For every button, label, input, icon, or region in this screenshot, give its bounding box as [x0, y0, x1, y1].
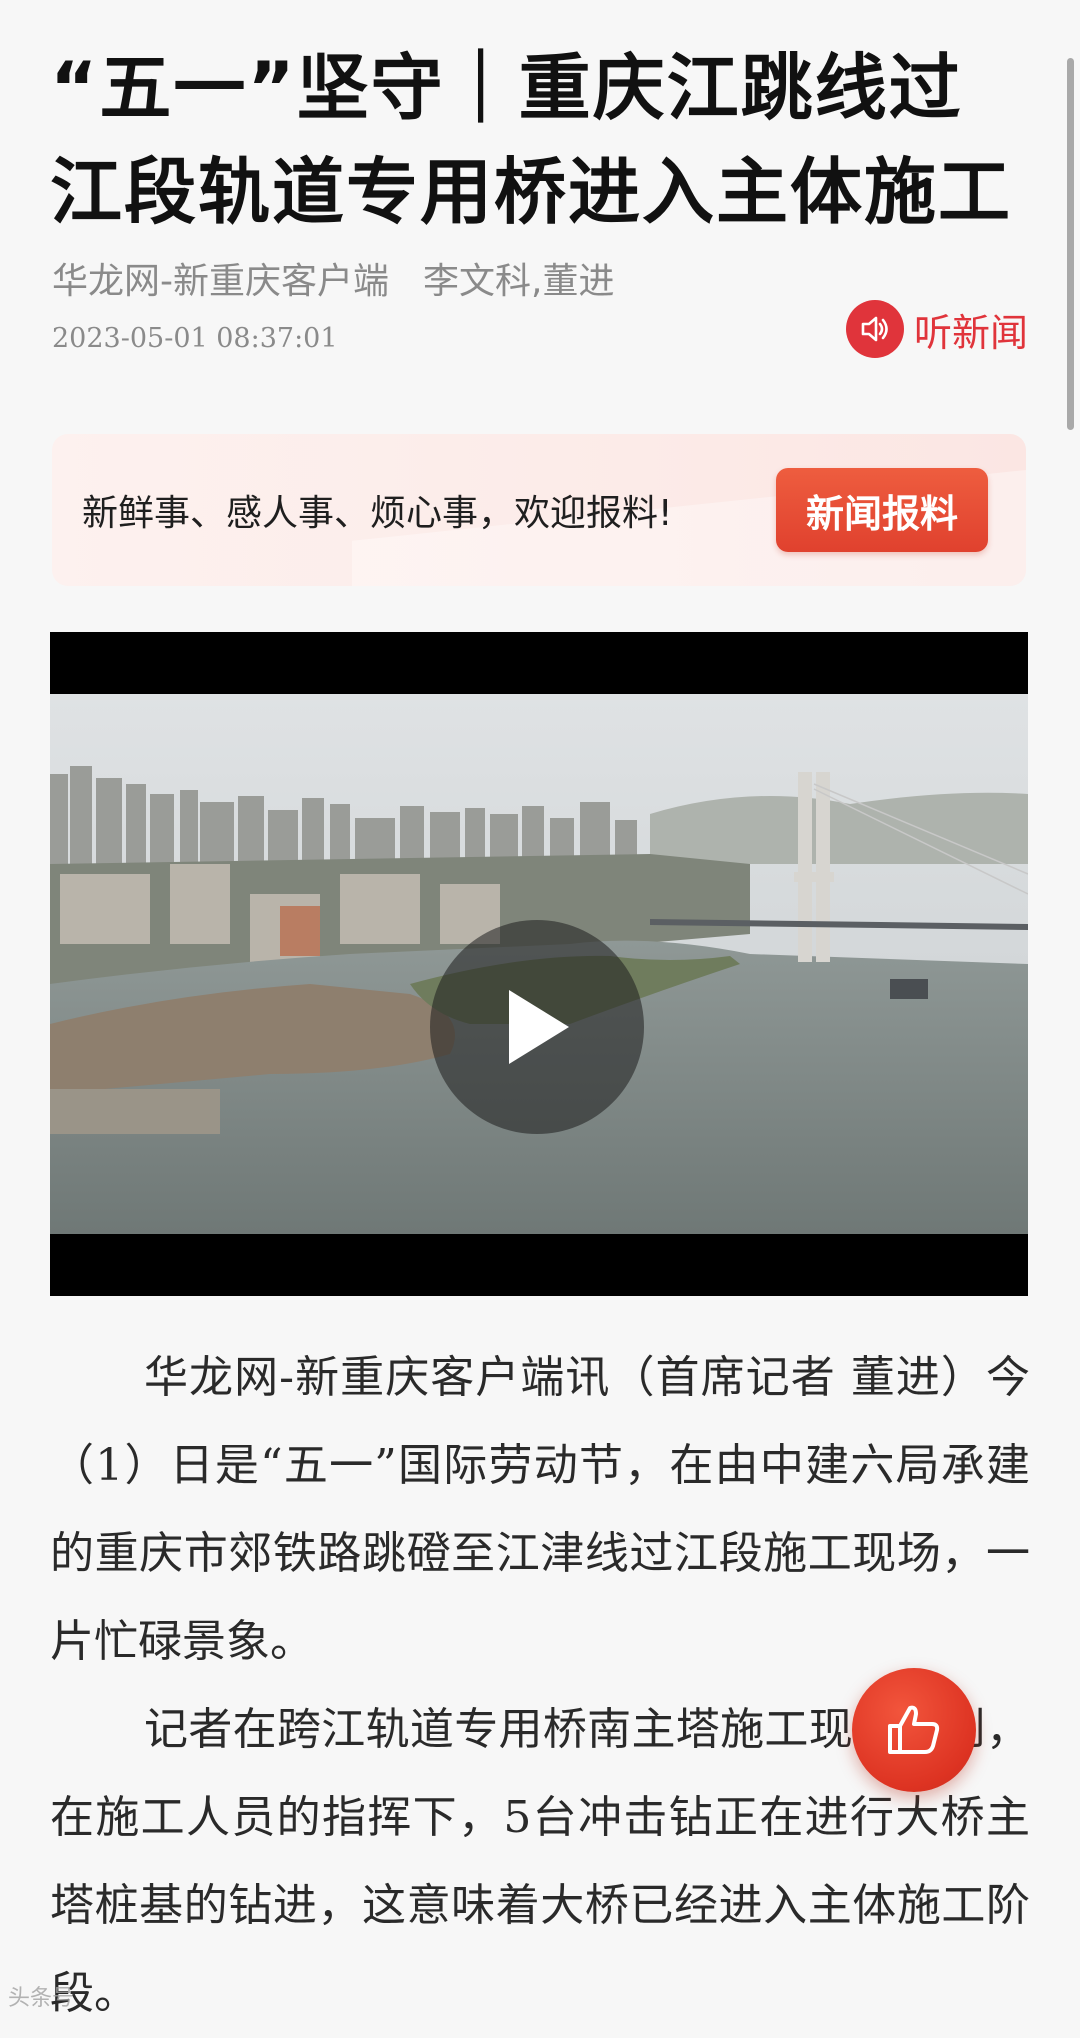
video-thumbnail — [50, 694, 1028, 1234]
listen-news-label: 听新闻 — [913, 310, 1028, 355]
article-title: “五一”坚守｜重庆江跳线过江段轨道专用桥进入主体施工 — [50, 46, 1013, 235]
news-tip-banner: 新鲜事、感人事、烦心事，欢迎报料! 新闻报料 — [52, 434, 1026, 586]
video-player[interactable] — [50, 632, 1028, 1296]
thumbs-up-icon — [888, 1705, 940, 1754]
speaker-icon — [845, 300, 904, 358]
article-page: “五一”坚守｜重庆江跳线过江段轨道专用桥进入主体施工 华龙网-新重庆客户端 李文科… — [0, 0, 1080, 2019]
article-meta: 华龙网-新重庆客户端 李文科,董进 — [52, 252, 614, 304]
article-source: 华龙网-新重庆客户端 — [52, 261, 389, 302]
scrollbar[interactable] — [1067, 58, 1074, 430]
article-paragraph: 华龙网-新重庆客户端讯（首席记者 董进）今（1）日是“五一”国际劳动节，在由中建… — [50, 1352, 1030, 1667]
listen-news-button[interactable]: 听新闻 — [845, 300, 1028, 358]
play-icon — [509, 990, 569, 1064]
article-datetime: 2023-05-01 08:37:01 — [52, 323, 338, 354]
news-tip-text: 新鲜事、感人事、烦心事，欢迎报料! — [82, 493, 673, 534]
article-authors: 李文科,董进 — [423, 261, 615, 302]
like-button[interactable] — [852, 1668, 976, 1792]
news-tip-button[interactable]: 新闻报料 — [776, 468, 988, 552]
watermark: 头条号 — [8, 1986, 75, 2011]
play-button[interactable] — [430, 920, 644, 1134]
